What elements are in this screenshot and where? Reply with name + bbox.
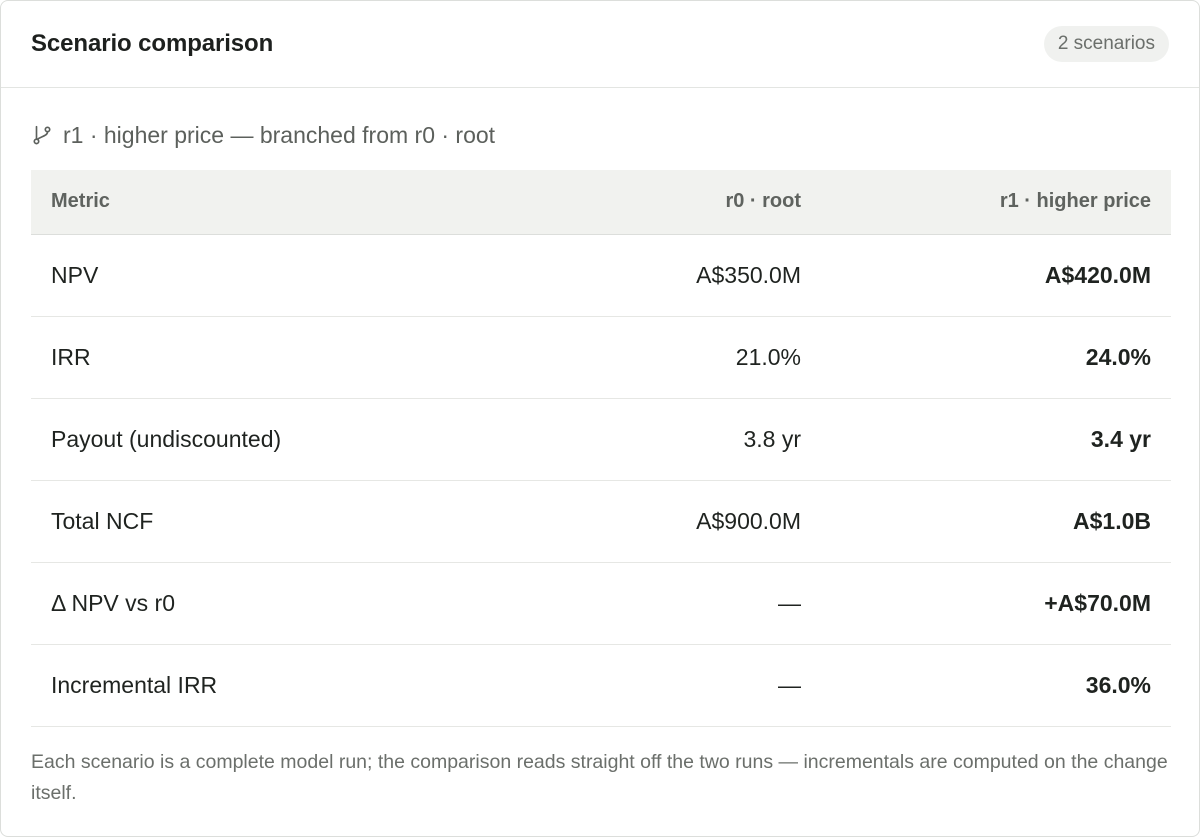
r1-value: 36.0% [821, 644, 1171, 727]
scenario-count-badge: 2 scenarios [1043, 26, 1169, 62]
metric-label: Total NCF [31, 480, 491, 563]
column-header-metric: Metric [31, 170, 491, 235]
comparison-table: Metric r0 · root r1 · higher price NPV A… [31, 170, 1171, 727]
table-row: Incremental IRR — 36.0% [31, 644, 1171, 727]
scenario-comparison-card: Scenario comparison 2 scenarios r1 · hig… [0, 0, 1200, 837]
card-body: r1 · higher price — branched from r0 · r… [1, 88, 1199, 809]
table-header-row: Metric r0 · root r1 · higher price [31, 170, 1171, 235]
card-header: Scenario comparison 2 scenarios [1, 1, 1199, 88]
lineage-text: r1 · higher price — branched from r0 · r… [63, 121, 496, 148]
git-branch-icon [31, 124, 53, 146]
metric-label: Incremental IRR [31, 644, 491, 727]
r1-value: +A$70.0M [821, 562, 1171, 645]
r1-value: A$420.0M [821, 234, 1171, 317]
column-header-r0: r0 · root [491, 170, 821, 235]
r1-value: A$1.0B [821, 480, 1171, 563]
r0-value: 3.8 yr [491, 398, 821, 481]
footnote: Each scenario is a complete model run; t… [31, 750, 1168, 804]
table-row: Payout (undiscounted) 3.8 yr 3.4 yr [31, 398, 1171, 481]
table-row: Δ NPV vs r0 — +A$70.0M [31, 562, 1171, 645]
table-row: NPV A$350.0M A$420.0M [31, 234, 1171, 317]
r0-value: 21.0% [491, 316, 821, 399]
metric-label: Δ NPV vs r0 [31, 562, 491, 645]
r1-value: 24.0% [821, 316, 1171, 399]
table-row: IRR 21.0% 24.0% [31, 316, 1171, 399]
r0-value: A$900.0M [491, 480, 821, 563]
r0-value: A$350.0M [491, 234, 821, 317]
table-row: Total NCF A$900.0M A$1.0B [31, 480, 1171, 563]
r0-value: — [491, 644, 821, 727]
column-header-r1: r1 · higher price [821, 170, 1171, 235]
r1-value: 3.4 yr [821, 398, 1171, 481]
metric-label: Payout (undiscounted) [31, 398, 491, 481]
card-title: Scenario comparison [31, 30, 274, 57]
metric-label: IRR [31, 316, 491, 399]
metric-label: NPV [31, 234, 491, 317]
r0-value: — [491, 562, 821, 645]
scenario-lineage: r1 · higher price — branched from r0 · r… [31, 88, 1169, 170]
